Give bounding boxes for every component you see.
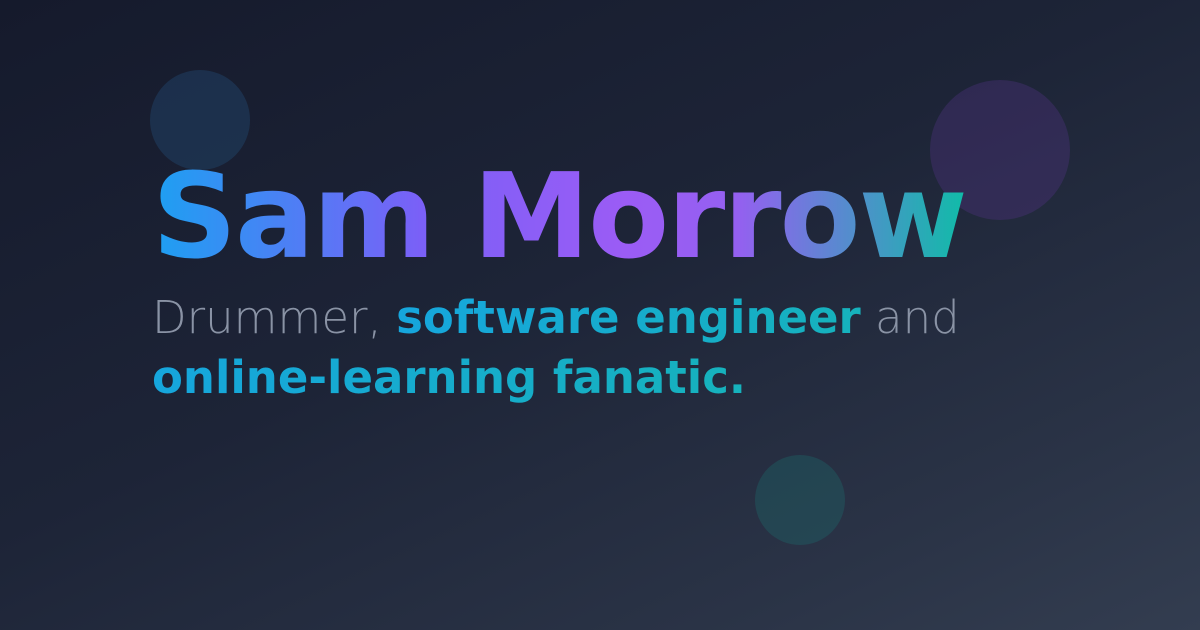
tagline-highlight-role: software engineer — [396, 291, 861, 345]
decorative-circle-teal — [755, 455, 845, 545]
hero-content: Sam Morrow Drummer, software engineer an… — [152, 150, 1152, 408]
hero-tagline: Drummer, software engineer and online-lea… — [152, 288, 1152, 408]
tagline-connector: and — [860, 291, 960, 345]
hero-name: Sam Morrow — [152, 147, 968, 285]
hero-card: Sam Morrow Drummer, software engineer an… — [0, 0, 1200, 630]
tagline-highlight-interest: online-learning fanatic. — [152, 351, 746, 405]
tagline-prefix: Drummer, — [152, 291, 397, 345]
